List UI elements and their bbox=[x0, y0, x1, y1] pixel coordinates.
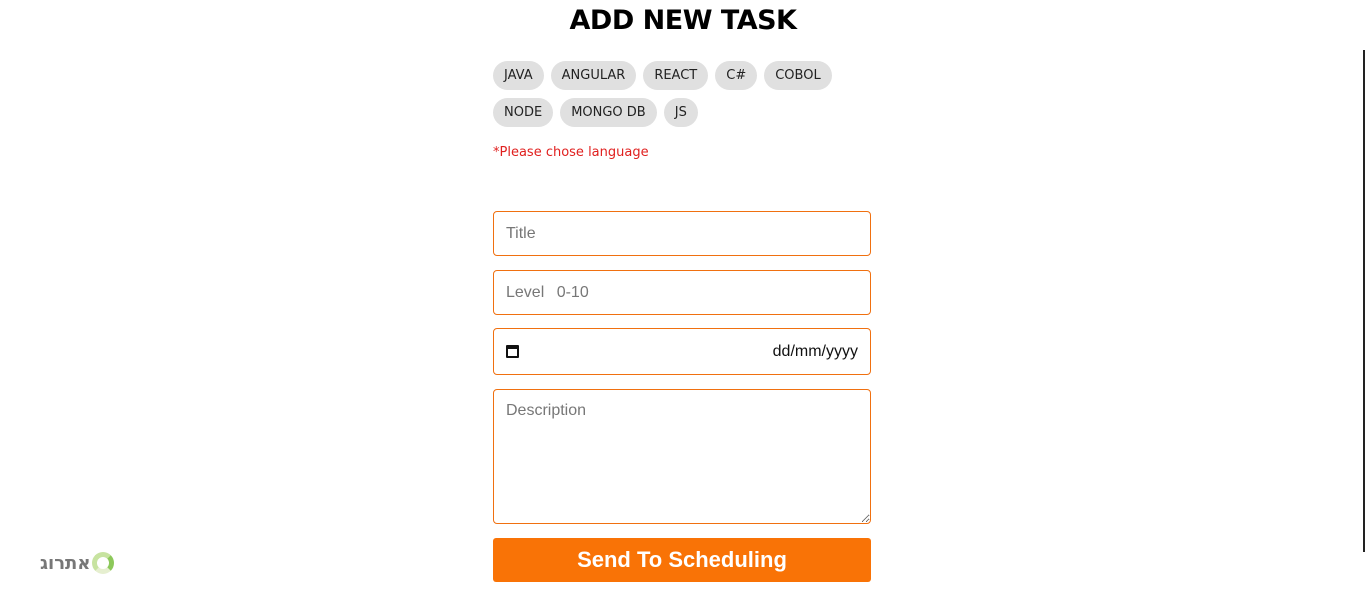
date-placeholder: dd/mm/yyyy bbox=[772, 342, 858, 360]
send-to-scheduling-button[interactable]: Send To Scheduling bbox=[493, 538, 871, 582]
site-logo: אתרוג bbox=[40, 552, 115, 574]
logo-ring-icon bbox=[92, 552, 115, 574]
scrollbar[interactable] bbox=[1363, 50, 1365, 552]
page-title: ADD NEW TASK bbox=[569, 5, 797, 36]
chip-csharp[interactable]: C# bbox=[715, 61, 758, 90]
language-error-message: *Please chose language bbox=[493, 145, 649, 160]
chip-cobol[interactable]: COBOL bbox=[764, 61, 832, 90]
calendar-icon[interactable] bbox=[506, 345, 519, 358]
chip-mongodb[interactable]: MONGO DB bbox=[560, 98, 657, 127]
language-chips: JAVA ANGULAR REACT C# COBOL NODE MONGO D… bbox=[493, 61, 873, 127]
logo-text: אתרוג bbox=[40, 552, 91, 574]
chip-node[interactable]: NODE bbox=[493, 98, 554, 127]
title-input[interactable] bbox=[493, 211, 871, 256]
chip-angular[interactable]: ANGULAR bbox=[550, 61, 637, 90]
level-input[interactable] bbox=[493, 270, 871, 315]
chip-js[interactable]: JS bbox=[663, 98, 698, 127]
chip-java[interactable]: JAVA bbox=[493, 61, 544, 90]
chip-react[interactable]: REACT bbox=[643, 61, 709, 90]
date-input[interactable]: dd/mm/yyyy bbox=[493, 328, 871, 375]
description-textarea[interactable] bbox=[493, 389, 871, 524]
